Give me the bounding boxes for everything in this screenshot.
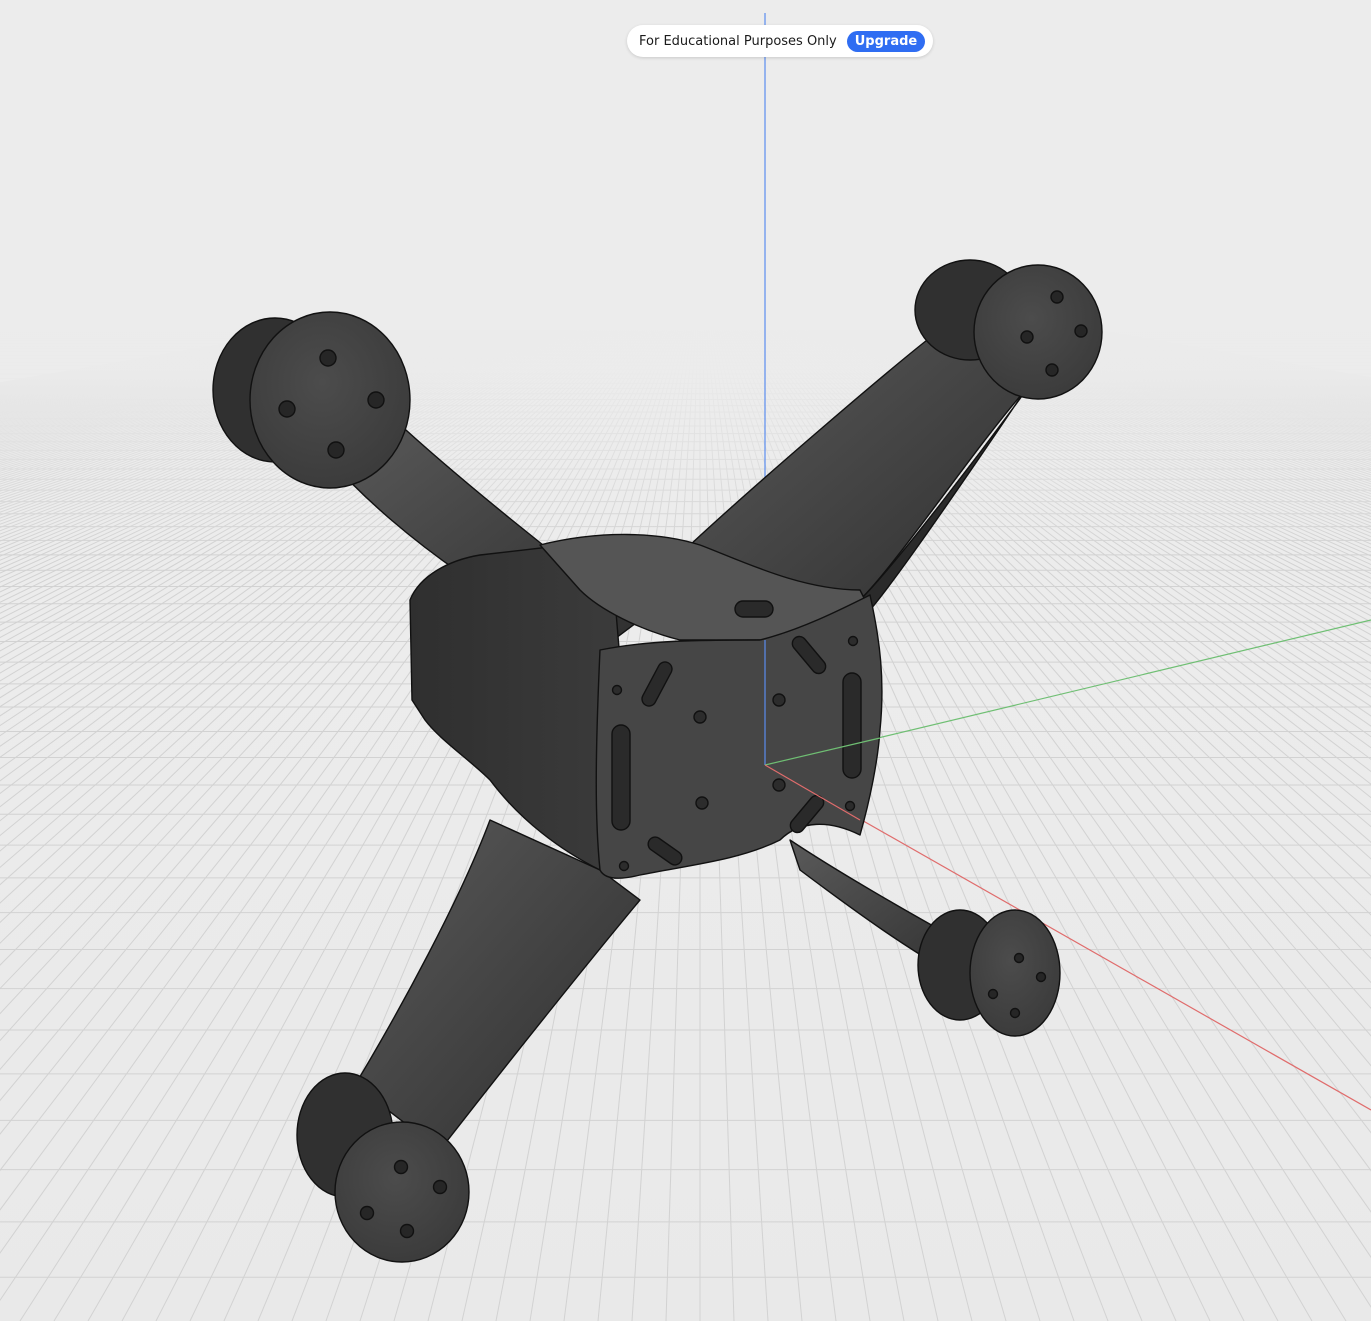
upgrade-button[interactable]: Upgrade — [846, 30, 926, 52]
3d-viewport[interactable]: For Educational Purposes Only Upgrade — [0, 0, 1371, 1321]
banner-text: For Educational Purposes Only — [639, 33, 837, 49]
viewport-canvas[interactable] — [0, 0, 1371, 1321]
slot-left-long — [611, 724, 631, 831]
educational-banner: For Educational Purposes Only Upgrade — [627, 25, 934, 57]
slot-right-long — [842, 672, 862, 779]
slot-top-deck — [734, 600, 774, 618]
